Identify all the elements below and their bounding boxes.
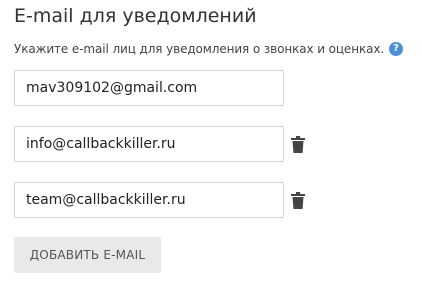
add-email-button[interactable]: ДОБАВИТЬ E-MAIL bbox=[14, 237, 161, 273]
hint-text: Укажите e-mail лиц для уведомления о зво… bbox=[14, 42, 385, 56]
email-row bbox=[14, 126, 309, 162]
email-input-1[interactable] bbox=[14, 70, 284, 106]
email-input-3[interactable] bbox=[14, 182, 284, 218]
email-row bbox=[14, 182, 309, 218]
email-input-2[interactable] bbox=[14, 126, 284, 162]
trash-icon bbox=[291, 135, 305, 153]
trash-icon bbox=[291, 191, 305, 209]
help-icon[interactable]: ? bbox=[389, 42, 404, 56]
hint-row: Укажите e-mail лиц для уведомления о зво… bbox=[14, 40, 404, 58]
delete-email-button[interactable] bbox=[287, 133, 309, 155]
email-row bbox=[14, 70, 284, 106]
section-title: E-mail для уведомлений bbox=[14, 5, 257, 27]
delete-email-button[interactable] bbox=[287, 189, 309, 211]
